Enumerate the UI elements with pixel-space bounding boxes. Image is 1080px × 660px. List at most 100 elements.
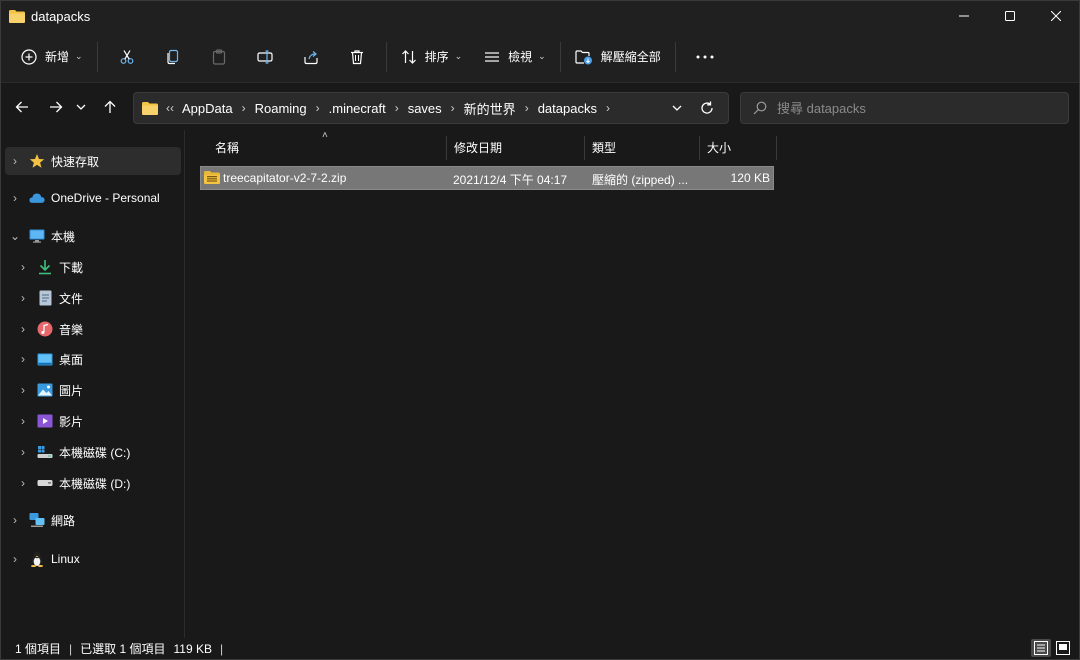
picture-icon xyxy=(37,382,53,398)
folder-icon xyxy=(142,101,158,115)
breadcrumb-roaming[interactable]: Roaming xyxy=(255,101,307,116)
up-button[interactable] xyxy=(95,92,125,122)
chevron-right-icon[interactable]: › xyxy=(17,260,29,274)
breadcrumb-minecraft[interactable]: .minecraft xyxy=(329,101,386,116)
sort-button[interactable]: 排序 ⌄ xyxy=(393,40,471,74)
column-divider[interactable] xyxy=(584,136,585,160)
address-history-button[interactable] xyxy=(662,93,692,123)
breadcrumb-datapacks[interactable]: datapacks xyxy=(538,101,597,116)
sidebar-item-drive-c[interactable]: › 本機磁碟 (C:) xyxy=(1,438,183,466)
add-circle-icon xyxy=(21,48,37,65)
forward-button[interactable] xyxy=(41,92,71,122)
paste-icon xyxy=(212,48,225,65)
column-size-label: 大小 xyxy=(707,140,732,155)
paste-button[interactable] xyxy=(196,40,242,74)
sidebar-item-drive-d[interactable]: › 本機磁碟 (D:) xyxy=(1,469,183,497)
cut-button[interactable] xyxy=(104,40,150,74)
minimize-button[interactable] xyxy=(941,1,987,31)
zip-folder-icon xyxy=(204,171,220,184)
view-button[interactable]: 檢視 ⌄ xyxy=(476,40,554,74)
maximize-button[interactable] xyxy=(987,1,1033,31)
overflow-chevron[interactable]: ‹‹ xyxy=(166,101,174,115)
search-input[interactable] xyxy=(777,100,1057,116)
chevron-right-icon[interactable]: › xyxy=(9,154,21,168)
column-header-name[interactable]: 名稱 xyxy=(215,134,445,160)
rename-button[interactable] xyxy=(242,40,288,74)
sidebar-item-label: 音樂 xyxy=(59,322,84,337)
column-header-modified[interactable]: 修改日期 xyxy=(454,134,584,160)
search-box[interactable] xyxy=(740,92,1069,124)
trash-icon xyxy=(350,49,363,64)
refresh-icon xyxy=(701,101,713,114)
chevron-right-icon[interactable]: › xyxy=(525,101,529,115)
sidebar-item-quick-access[interactable]: › 快速存取 xyxy=(5,147,181,175)
sidebar-item-desktop[interactable]: › 桌面 xyxy=(1,345,183,373)
chevron-right-icon[interactable]: › xyxy=(606,101,610,115)
chevron-right-icon[interactable]: › xyxy=(17,476,29,490)
sidebar-item-this-pc[interactable]: ⌄ 本機 xyxy=(1,222,183,250)
details-view-button[interactable] xyxy=(1031,639,1051,657)
chevron-down-icon[interactable]: ⌄ xyxy=(9,229,21,243)
breadcrumb-appdata[interactable]: AppData xyxy=(182,101,233,116)
search-icon xyxy=(753,101,767,115)
cloud-icon xyxy=(29,190,45,206)
sidebar-item-downloads[interactable]: › 下載 xyxy=(1,253,183,281)
chevron-right-icon[interactable]: › xyxy=(17,414,29,428)
sidebar-item-documents[interactable]: › 文件 xyxy=(1,284,183,312)
column-divider[interactable] xyxy=(446,136,447,160)
file-name: treecapitator-v2-7-2.zip xyxy=(223,171,347,185)
separator xyxy=(96,41,98,72)
breadcrumb-world[interactable]: 新的世界 xyxy=(464,99,516,118)
back-button[interactable] xyxy=(7,92,37,122)
chevron-right-icon[interactable]: › xyxy=(451,101,455,115)
selected-size: 119 KB xyxy=(173,641,212,656)
column-divider[interactable] xyxy=(699,136,700,160)
chevron-right-icon[interactable]: › xyxy=(17,291,29,305)
chevron-right-icon[interactable]: › xyxy=(9,191,21,205)
table-row[interactable]: treecapitator-v2-7-2.zip 2021/12/4 下午 04… xyxy=(200,166,774,190)
sidebar-item-linux[interactable]: › Linux xyxy=(1,545,183,573)
drive-c-icon xyxy=(37,444,53,460)
sidebar-item-label: 快速存取 xyxy=(51,154,100,169)
sidebar-item-network[interactable]: › 網路 xyxy=(1,506,183,534)
large-icons-view-button[interactable] xyxy=(1053,639,1073,657)
sidebar-item-label: 本機磁碟 (C:) xyxy=(59,445,131,460)
address-bar[interactable]: ‹‹ AppData › Roaming › .minecraft › save… xyxy=(133,92,729,124)
arrow-left-icon xyxy=(15,101,28,113)
chevron-right-icon[interactable]: › xyxy=(395,101,399,115)
share-button[interactable] xyxy=(288,40,334,74)
tiles-view-icon xyxy=(1056,641,1070,655)
desktop-icon xyxy=(37,351,53,367)
separator xyxy=(559,41,561,72)
recent-locations-button[interactable] xyxy=(71,92,91,122)
refresh-button[interactable] xyxy=(692,93,722,123)
chevron-down-icon: ⌄ xyxy=(454,51,463,61)
sidebar-item-onedrive[interactable]: › OneDrive - Personal xyxy=(1,184,183,212)
chevron-right-icon[interactable]: › xyxy=(17,445,29,459)
more-options-button[interactable] xyxy=(682,40,728,74)
breadcrumb-saves[interactable]: saves xyxy=(408,101,442,116)
column-header-type[interactable]: 類型 xyxy=(592,134,697,160)
new-button[interactable]: 新增 ⌄ xyxy=(13,40,91,74)
sidebar-item-pictures[interactable]: › 圖片 xyxy=(1,376,183,404)
chevron-right-icon[interactable]: › xyxy=(17,322,29,336)
copy-button[interactable] xyxy=(150,40,196,74)
column-divider[interactable] xyxy=(776,136,777,160)
sidebar-item-music[interactable]: › 音樂 xyxy=(1,315,183,343)
close-button[interactable] xyxy=(1033,1,1079,31)
chevron-right-icon[interactable]: › xyxy=(316,101,320,115)
separator xyxy=(385,41,387,72)
chevron-right-icon[interactable]: › xyxy=(9,513,21,527)
chevron-right-icon[interactable]: › xyxy=(17,352,29,366)
extract-all-button[interactable]: 解壓縮全部 xyxy=(567,40,669,74)
delete-button[interactable] xyxy=(334,40,380,74)
chevron-right-icon[interactable]: › xyxy=(242,101,246,115)
monitor-icon xyxy=(29,228,45,244)
sidebar-item-videos[interactable]: › 影片 xyxy=(1,407,183,435)
chevron-right-icon[interactable]: › xyxy=(17,383,29,397)
column-header-size[interactable]: 大小 xyxy=(707,134,775,160)
network-icon xyxy=(29,512,45,528)
file-size: 120 KB xyxy=(730,171,770,185)
chevron-right-icon[interactable]: › xyxy=(9,552,21,566)
scissors-icon xyxy=(120,49,133,64)
